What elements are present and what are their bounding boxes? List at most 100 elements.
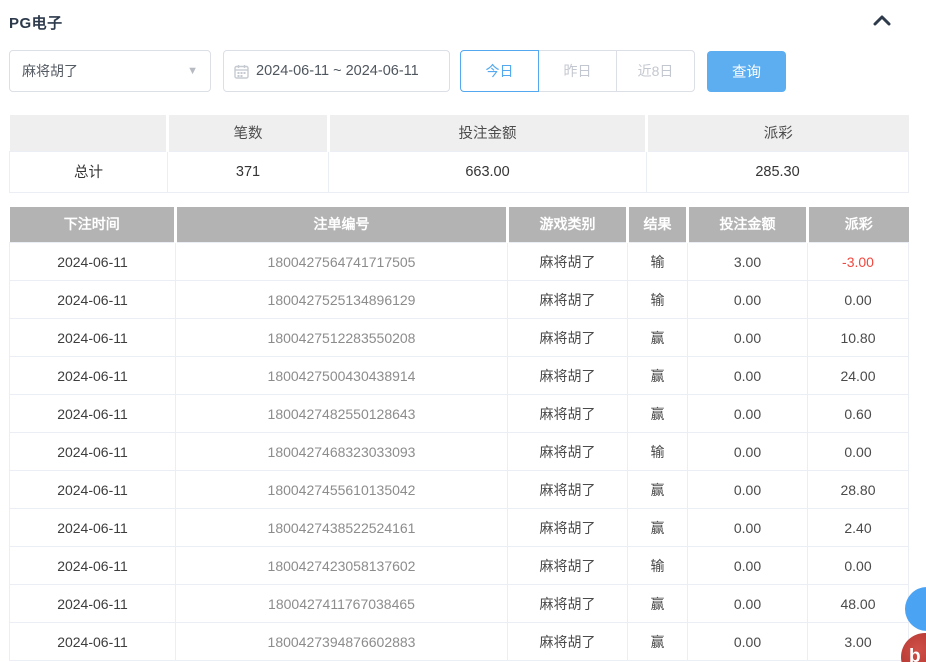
table-row: 2024-06-11 1800427438522524161 麻将胡了 赢 0.… xyxy=(10,509,909,547)
bet-time-cell: 2024-06-11 xyxy=(10,433,176,471)
brand-float-label: b xyxy=(909,646,921,662)
bet-table-header-row: 下注时间 注单编号 游戏类别 结果 投注金额 派彩 xyxy=(10,207,909,243)
bet-header-game: 游戏类别 xyxy=(508,207,628,243)
table-row: 2024-06-11 1800427468323033093 麻将胡了 输 0.… xyxy=(10,433,909,471)
bet-time-cell: 2024-06-11 xyxy=(10,623,176,661)
pg-panel: PG电子 麻将胡了 ▼ 2024-06-11 ~ 2024-06-11 今日 昨… xyxy=(0,0,926,662)
result-cell: 输 xyxy=(628,281,688,319)
order-id-cell: 1800427438522524161 xyxy=(176,509,508,547)
result-cell: 输 xyxy=(628,433,688,471)
bet-table-body: 2024-06-11 1800427564741717505 麻将胡了 输 3.… xyxy=(10,243,909,661)
quick-filter-yesterday-button[interactable]: 昨日 xyxy=(538,50,617,92)
order-id-cell: 1800427455610135042 xyxy=(176,471,508,509)
page-title: PG电子 xyxy=(9,12,63,33)
game-type-cell: 麻将胡了 xyxy=(508,433,628,471)
table-row: 2024-06-11 1800427455610135042 麻将胡了 赢 0.… xyxy=(10,471,909,509)
bet-time-cell: 2024-06-11 xyxy=(10,509,176,547)
game-select[interactable]: 麻将胡了 ▼ xyxy=(9,50,211,92)
summary-total-bet-amount: 663.00 xyxy=(329,151,647,192)
payout-cell: 0.00 xyxy=(808,433,909,471)
search-button[interactable]: 查询 xyxy=(707,51,786,92)
summary-header-count: 笔数 xyxy=(168,115,329,151)
summary-table: 笔数 投注金额 派彩 总计 371 663.00 285.30 xyxy=(9,115,909,193)
table-row: 2024-06-11 1800427411767038465 麻将胡了 赢 0.… xyxy=(10,585,909,623)
table-row: 2024-06-11 1800427423058137602 麻将胡了 输 0.… xyxy=(10,547,909,585)
bet-header-result: 结果 xyxy=(628,207,688,243)
bet-time-cell: 2024-06-11 xyxy=(10,319,176,357)
bet-amount-cell: 0.00 xyxy=(688,281,808,319)
payout-cell: 2.40 xyxy=(808,509,909,547)
game-type-cell: 麻将胡了 xyxy=(508,471,628,509)
bet-amount-cell: 0.00 xyxy=(688,395,808,433)
table-row: 2024-06-11 1800427394876602883 麻将胡了 赢 0.… xyxy=(10,623,909,661)
summary-total-label: 总计 xyxy=(10,151,168,192)
collapse-button[interactable] xyxy=(868,10,896,34)
table-row: 2024-06-11 1800427525134896129 麻将胡了 输 0.… xyxy=(10,281,909,319)
result-cell: 赢 xyxy=(628,623,688,661)
bet-time-cell: 2024-06-11 xyxy=(10,585,176,623)
summary-header-bet-amount: 投注金额 xyxy=(329,115,647,151)
game-type-cell: 麻将胡了 xyxy=(508,319,628,357)
table-row: 2024-06-11 1800427482550128643 麻将胡了 赢 0.… xyxy=(10,395,909,433)
payout-cell: 24.00 xyxy=(808,357,909,395)
quick-filter-last8days-button[interactable]: 近8日 xyxy=(616,50,695,92)
bet-records-table: 下注时间 注单编号 游戏类别 结果 投注金额 派彩 2024-06-11 180… xyxy=(9,207,909,662)
payout-cell: -3.00 xyxy=(808,243,909,281)
game-type-cell: 麻将胡了 xyxy=(508,623,628,661)
summary-header-blank xyxy=(10,115,168,151)
bet-amount-cell: 3.00 xyxy=(688,243,808,281)
order-id-cell: 1800427500430438914 xyxy=(176,357,508,395)
bet-header-time: 下注时间 xyxy=(10,207,176,243)
bet-header-amount: 投注金额 xyxy=(688,207,808,243)
game-type-cell: 麻将胡了 xyxy=(508,395,628,433)
bet-amount-cell: 0.00 xyxy=(688,471,808,509)
game-type-cell: 麻将胡了 xyxy=(508,357,628,395)
summary-total-payout: 285.30 xyxy=(647,151,909,192)
bet-amount-cell: 0.00 xyxy=(688,547,808,585)
result-cell: 赢 xyxy=(628,509,688,547)
bet-amount-cell: 0.00 xyxy=(688,433,808,471)
bet-time-cell: 2024-06-11 xyxy=(10,547,176,585)
bet-amount-cell: 0.00 xyxy=(688,585,808,623)
result-cell: 输 xyxy=(628,243,688,281)
bet-header-payout: 派彩 xyxy=(808,207,909,243)
panel-header: PG电子 xyxy=(9,0,908,42)
bet-time-cell: 2024-06-11 xyxy=(10,281,176,319)
quick-date-button-group: 今日 昨日 近8日 xyxy=(460,50,695,92)
order-id-cell: 1800427512283550208 xyxy=(176,319,508,357)
game-select-value: 麻将胡了 xyxy=(22,61,78,81)
filter-bar: 麻将胡了 ▼ 2024-06-11 ~ 2024-06-11 今日 昨日 近8日… xyxy=(9,50,908,92)
game-type-cell: 麻将胡了 xyxy=(508,243,628,281)
bet-time-cell: 2024-06-11 xyxy=(10,357,176,395)
order-id-cell: 1800427525134896129 xyxy=(176,281,508,319)
result-cell: 输 xyxy=(628,547,688,585)
bet-amount-cell: 0.00 xyxy=(688,357,808,395)
bet-time-cell: 2024-06-11 xyxy=(10,395,176,433)
summary-header-payout: 派彩 xyxy=(647,115,909,151)
game-type-cell: 麻将胡了 xyxy=(508,509,628,547)
payout-cell: 0.60 xyxy=(808,395,909,433)
order-id-cell: 1800427564741717505 xyxy=(176,243,508,281)
table-row: 2024-06-11 1800427564741717505 麻将胡了 输 3.… xyxy=(10,243,909,281)
bet-time-cell: 2024-06-11 xyxy=(10,243,176,281)
date-range-value: 2024-06-11 ~ 2024-06-11 xyxy=(256,63,419,79)
summary-header-row: 笔数 投注金额 派彩 xyxy=(10,115,909,151)
table-row: 2024-06-11 1800427512283550208 麻将胡了 赢 0.… xyxy=(10,319,909,357)
summary-total-row: 总计 371 663.00 285.30 xyxy=(10,151,909,192)
date-range-input[interactable]: 2024-06-11 ~ 2024-06-11 xyxy=(223,50,450,92)
order-id-cell: 1800427468323033093 xyxy=(176,433,508,471)
summary-total-count: 371 xyxy=(168,151,329,192)
chevron-up-icon xyxy=(873,13,891,31)
quick-filter-today-button[interactable]: 今日 xyxy=(460,50,539,92)
calendar-icon xyxy=(234,64,249,79)
bet-amount-cell: 0.00 xyxy=(688,623,808,661)
order-id-cell: 1800427482550128643 xyxy=(176,395,508,433)
result-cell: 赢 xyxy=(628,357,688,395)
payout-cell: 48.00 xyxy=(808,585,909,623)
bet-header-order-id: 注单编号 xyxy=(176,207,508,243)
game-type-cell: 麻将胡了 xyxy=(508,585,628,623)
payout-cell: 10.80 xyxy=(808,319,909,357)
payout-cell: 3.00 xyxy=(808,623,909,661)
order-id-cell: 1800427411767038465 xyxy=(176,585,508,623)
result-cell: 赢 xyxy=(628,395,688,433)
